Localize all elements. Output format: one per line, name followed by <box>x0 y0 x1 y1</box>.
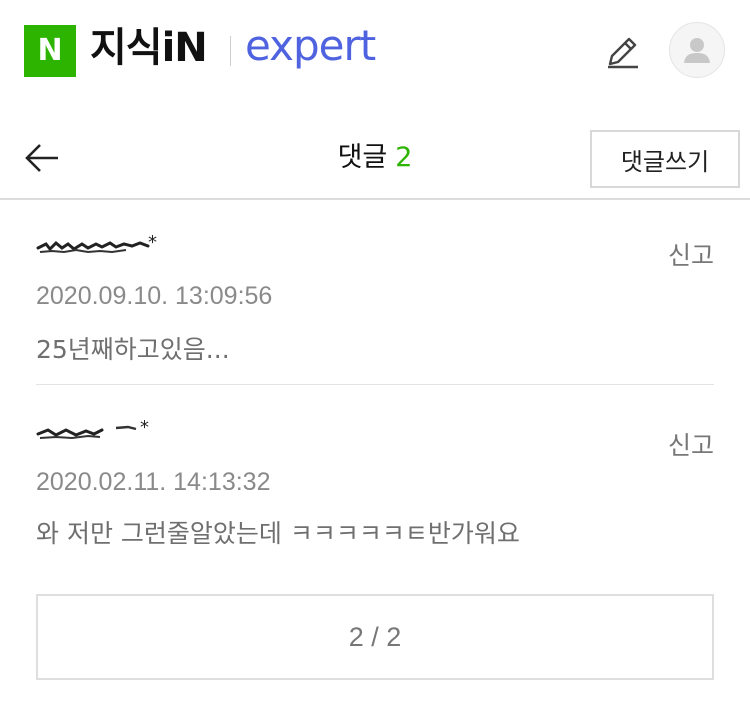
back-button[interactable] <box>18 134 66 182</box>
comment-item: * 신고 2020.02.11. 14:13:32 와 저만 그런줄알았는데 ㅋ… <box>36 410 714 560</box>
comment-item: * 신고 2020.09.10. 13:09:56 25년째하고있음... <box>36 226 714 385</box>
naver-logo[interactable]: N <box>24 25 76 77</box>
comment-text: 와 저만 그런줄알았는데 ㅋㅋㅋㅋㅋㅌ반가워요 <box>36 519 520 548</box>
top-header: N 지식iN expert <box>0 0 750 100</box>
report-button[interactable]: 신고 <box>668 426 714 462</box>
comments-header: 댓글 2 댓글쓰기 <box>0 120 750 200</box>
logo-divider <box>230 36 231 66</box>
user-avatar-icon <box>684 38 710 63</box>
comment-text: 25년째하고있음... <box>36 335 230 364</box>
write-comment-button[interactable]: 댓글쓰기 <box>590 130 740 188</box>
comment-date: 2020.09.10. 13:09:56 <box>36 282 273 310</box>
write-question-button[interactable] <box>600 30 644 74</box>
naver-logo-letter: N <box>37 33 63 68</box>
masked-author-name: * <box>36 232 157 254</box>
pagination-button[interactable]: 2 / 2 <box>36 594 714 680</box>
page-title-label: 댓글 <box>337 142 388 173</box>
expert-logo-text[interactable]: expert <box>245 20 376 72</box>
pencil-icon <box>608 37 638 69</box>
svg-text:*: * <box>140 417 149 438</box>
user-avatar-button[interactable] <box>669 22 725 78</box>
jisikin-logo-text[interactable]: 지식iN <box>90 22 208 74</box>
arrow-left-icon <box>25 144 58 172</box>
comment-count: 2 <box>395 142 413 173</box>
svg-text:*: * <box>148 232 157 253</box>
comment-date: 2020.02.11. 14:13:32 <box>36 468 271 496</box>
comment-author-masked[interactable]: * <box>36 226 176 256</box>
comment-author-masked[interactable]: * <box>36 410 176 440</box>
report-button[interactable]: 신고 <box>668 236 714 272</box>
masked-author-name: * <box>36 417 149 440</box>
